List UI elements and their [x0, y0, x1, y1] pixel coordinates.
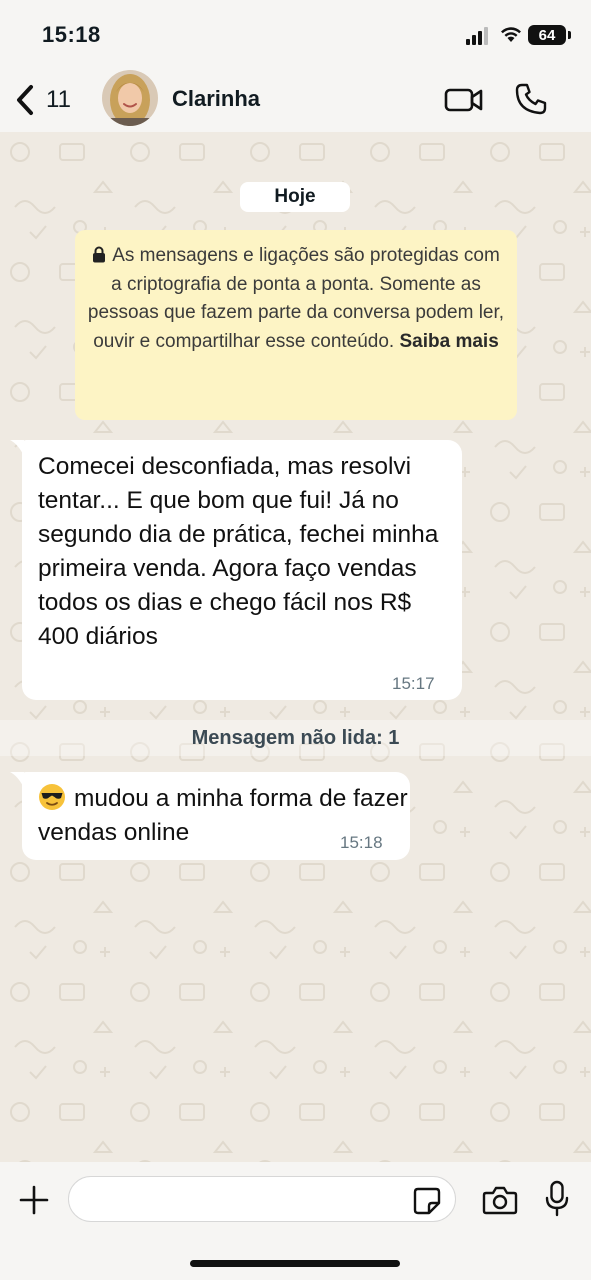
unread-chats-count: 11 — [46, 86, 71, 113]
message-bubble[interactable]: mudou a minha forma de fazer vendas onli… — [22, 772, 410, 860]
learn-more-link[interactable]: Saiba mais — [400, 331, 499, 352]
camera-icon[interactable] — [482, 1184, 518, 1216]
battery-indicator: 64 — [528, 25, 566, 45]
date-separator: Hoje — [240, 182, 350, 212]
plus-icon[interactable] — [18, 1184, 50, 1216]
avatar[interactable] — [102, 70, 158, 126]
home-indicator — [190, 1260, 400, 1267]
status-time: 15:18 — [42, 22, 101, 47]
wifi-icon — [501, 27, 521, 42]
encryption-notice[interactable]: As mensagens e ligações são protegidas c… — [75, 230, 517, 420]
battery-tip — [568, 31, 571, 39]
message-composer — [0, 1162, 591, 1280]
cellular-signal-icon — [466, 27, 488, 45]
chat-header: 11 Clarinha — [0, 70, 591, 132]
contact-name[interactable]: Clarinha — [172, 86, 260, 112]
phone-call-button[interactable] — [514, 82, 548, 116]
sticker-icon[interactable] — [412, 1186, 442, 1216]
message-time: 15:18 — [340, 833, 383, 852]
message-time: 15:17 — [392, 674, 435, 693]
chevron-left-icon — [17, 85, 33, 115]
avatar-photo — [102, 70, 158, 126]
video-call-button[interactable] — [444, 86, 484, 114]
message-bubble[interactable]: Comecei desconfiada, mas resolvi tentar.… — [22, 440, 462, 700]
back-button[interactable]: 11 — [14, 80, 84, 120]
microphone-icon[interactable] — [544, 1180, 570, 1218]
chat-area[interactable]: Hoje As mensagens e ligações são protegi… — [0, 132, 591, 1162]
lock-icon — [93, 246, 106, 263]
message-input[interactable] — [68, 1176, 456, 1222]
sunglasses-emoji-icon — [39, 784, 65, 810]
message-text: Comecei desconfiada, mas resolvi tentar.… — [38, 453, 439, 650]
status-bar: 15:18 64 — [0, 0, 591, 70]
unread-messages-divider: Mensagem não lida: 1 — [0, 720, 591, 756]
